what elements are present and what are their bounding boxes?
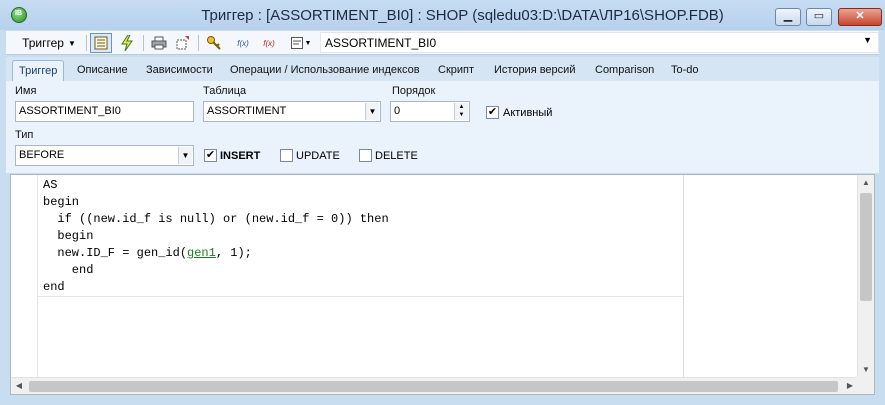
tab-comparison[interactable]: Comparison [595,60,654,81]
form-icon [94,36,108,50]
title-bar: Триггер : [ASSORTIMENT_BI0] : SHOP (sqle… [0,0,885,30]
function-icon: f(x) [263,38,275,48]
function-button-2[interactable]: f(x) [257,33,281,53]
window-title: Триггер : [ASSORTIMENT_BI0] : SHOP (sqle… [201,7,724,24]
tab-todo[interactable]: To-do [671,60,699,81]
table-select[interactable]: ASSORTIMENT ▼ [203,101,381,122]
chevron-down-icon: ▼ [365,103,379,120]
tab-version-history[interactable]: История версий [494,60,575,81]
chevron-down-icon: ▼ [863,35,872,45]
chevron-down-icon: ▼ [67,38,76,48]
key-icon [207,36,221,50]
update-label: UPDATE [296,150,340,162]
code-line: AS [43,178,58,192]
type-label: Тип [15,129,34,141]
type-select-value: BEFORE [19,149,65,161]
code-line: begin [43,195,80,209]
template-menu-button[interactable]: ▼ [286,33,316,53]
vertical-scrollbar[interactable]: ▲ ▼ [857,175,874,378]
compile-button[interactable] [116,33,138,53]
table-select-value: ASSORTIMENT [207,105,287,117]
editor-gutter [11,175,38,378]
trigger-properties-panel: Имя ASSORTIMENT_BI0 Таблица ASSORTIMENT … [6,81,879,173]
spin-arrows-icon: ▲ ▼ [454,103,468,120]
function-button-1[interactable]: f(x) [231,33,255,53]
code-text[interactable]: AS begin if ((new.id_f is null) or (new.i… [43,177,389,296]
name-label: Имя [15,85,37,97]
tab-bar: Триггер Описание Зависимости Операции / … [6,57,879,81]
minimize-button[interactable]: ▁ [775,8,801,26]
toolbar: Триггер ▼ f(x) f(x) ▼ ASSORTIMENT_BI0 ▼ [6,31,879,55]
order-value: 0 [394,105,401,117]
fields-view-button[interactable] [90,33,112,53]
insert-checkbox[interactable]: ✔ [204,149,217,162]
scroll-left-icon[interactable]: ◀ [11,378,27,394]
type-select[interactable]: BEFORE ▼ [15,145,194,166]
chevron-down-icon: ▼ [178,147,192,164]
toolbar-separator [86,35,87,51]
tab-trigger[interactable]: Триггер [12,60,65,81]
tab-script[interactable]: Скрипт [438,60,474,81]
function-icon: f(x) [237,38,249,48]
order-label: Порядок [392,85,436,97]
table-label: Таблица [203,85,247,97]
code-text-segment: new.ID_F = gen_id( [43,246,188,260]
object-selector-value: ASSORTIMENT_BI0 [325,36,437,50]
code-line: end [43,280,65,294]
horizontal-scrollbar[interactable]: ◀ ▶ [11,377,858,394]
check-icon: ✔ [487,106,498,118]
vertical-scroll-thumb[interactable] [860,193,872,301]
export-button[interactable] [172,33,194,53]
delete-label: DELETE [375,150,418,162]
check-icon: ✔ [205,149,216,161]
tab-operations[interactable]: Операции / Использование индексов [230,60,420,81]
print-button[interactable] [148,33,170,53]
code-end-divider [38,296,683,297]
scroll-corner [857,377,874,394]
export-icon [176,36,189,50]
trigger-menu-button[interactable]: Триггер ▼ [16,33,82,53]
code-text-segment: , 1); [215,246,252,260]
right-margin-line [683,175,684,378]
chevron-down-icon: ▼ [304,39,312,47]
toolbar-separator [143,35,144,51]
code-line: begin [43,229,94,243]
tab-description[interactable]: Описание [77,60,128,81]
toolbar-separator [198,35,199,51]
object-selector[interactable]: ASSORTIMENT_BI0 ▼ [320,32,879,53]
maximize-button[interactable]: ▭ [806,8,832,26]
code-editor[interactable]: AS begin if ((new.id_f is null) or (new.i… [10,174,875,395]
horizontal-scroll-thumb[interactable] [29,381,838,392]
scroll-down-icon[interactable]: ▼ [858,362,874,378]
trigger-menu-label: Триггер [22,36,64,50]
delete-checkbox[interactable] [359,149,372,162]
active-checkbox[interactable]: ✔ [486,106,499,119]
active-label: Активный [503,107,553,119]
scroll-up-icon[interactable]: ▲ [858,175,874,191]
order-stepper[interactable]: 0 ▲ ▼ [390,101,470,122]
lightning-icon [121,35,133,51]
code-line: new.ID_F = gen_id(gen1, 1); [43,245,389,262]
name-field[interactable]: ASSORTIMENT_BI0 [15,101,194,122]
update-checkbox[interactable] [280,149,293,162]
generator-link[interactable]: gen1 [187,246,216,260]
template-icon [290,37,303,49]
printer-icon [151,36,167,50]
grants-button[interactable] [203,33,225,53]
insert-label: INSERT [220,150,261,162]
close-button[interactable]: ✕ [838,8,882,26]
scroll-right-icon[interactable]: ▶ [842,378,858,394]
tab-dependencies[interactable]: Зависимости [146,60,213,81]
code-line: end [43,263,94,277]
code-line: if ((new.id_f is null) or (new.id_f = 0)… [43,212,389,226]
